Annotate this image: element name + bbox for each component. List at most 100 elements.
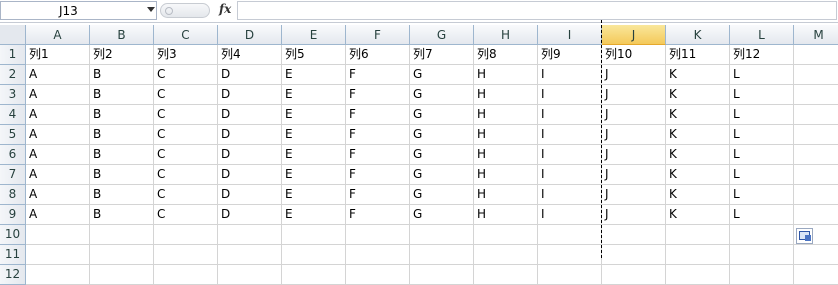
row-header-8[interactable]: 8 [0,185,26,205]
cell-G9[interactable]: G [410,205,474,225]
column-header-K[interactable]: K [666,25,730,45]
cell-B12[interactable] [90,265,154,285]
cell-A3[interactable]: A [26,85,90,105]
cell-J11[interactable] [602,245,666,265]
row-header-12[interactable]: 12 [0,265,26,285]
cell-C3[interactable]: C [154,85,218,105]
cell-H5[interactable]: H [474,125,538,145]
cell-F4[interactable]: F [346,105,410,125]
column-header-H[interactable]: H [474,25,538,45]
cell-A5[interactable]: A [26,125,90,145]
formula-input[interactable] [237,1,837,20]
insert-function-button[interactable]: fx [219,2,231,16]
cell-E4[interactable]: E [282,105,346,125]
cell-D6[interactable]: D [218,145,282,165]
cell-H8[interactable]: H [474,185,538,205]
cell-J10[interactable] [602,225,666,245]
cell-H9[interactable]: H [474,205,538,225]
cell-F12[interactable] [346,265,410,285]
cell-F3[interactable]: F [346,85,410,105]
cell-J9[interactable]: J [602,205,666,225]
cell-M7[interactable] [794,165,838,185]
cell-E2[interactable]: E [282,65,346,85]
cell-K1[interactable]: 列11 [666,45,730,65]
cell-D1[interactable]: 列4 [218,45,282,65]
cell-M5[interactable] [794,125,838,145]
cell-M1[interactable] [794,45,838,65]
chevron-down-icon[interactable] [147,7,155,12]
cell-A2[interactable]: A [26,65,90,85]
cell-L2[interactable]: L [730,65,794,85]
cell-H12[interactable] [474,265,538,285]
cell-I10[interactable] [538,225,602,245]
cell-E1[interactable]: 列5 [282,45,346,65]
cell-K6[interactable]: K [666,145,730,165]
column-header-M[interactable]: M [794,25,838,45]
cell-J6[interactable]: J [602,145,666,165]
cell-G2[interactable]: G [410,65,474,85]
column-header-G[interactable]: G [410,25,474,45]
column-header-J[interactable]: J [602,25,666,45]
cell-K4[interactable]: K [666,105,730,125]
cell-K7[interactable]: K [666,165,730,185]
cell-E3[interactable]: E [282,85,346,105]
cell-C5[interactable]: C [154,125,218,145]
cell-G4[interactable]: G [410,105,474,125]
cell-I1[interactable]: 列9 [538,45,602,65]
row-header-2[interactable]: 2 [0,65,26,85]
cell-F6[interactable]: F [346,145,410,165]
cell-G8[interactable]: G [410,185,474,205]
cell-E7[interactable]: E [282,165,346,185]
cell-L11[interactable] [730,245,794,265]
cell-L6[interactable]: L [730,145,794,165]
cell-J12[interactable] [602,265,666,285]
cell-A11[interactable] [26,245,90,265]
cell-A8[interactable]: A [26,185,90,205]
cell-A1[interactable]: 列1 [26,45,90,65]
cell-J5[interactable]: J [602,125,666,145]
cell-H2[interactable]: H [474,65,538,85]
cell-J7[interactable]: J [602,165,666,185]
column-header-B[interactable]: B [90,25,154,45]
cell-H1[interactable]: 列8 [474,45,538,65]
cell-J2[interactable]: J [602,65,666,85]
cell-M6[interactable] [794,145,838,165]
cell-A9[interactable]: A [26,205,90,225]
cell-A4[interactable]: A [26,105,90,125]
cell-E9[interactable]: E [282,205,346,225]
cell-D7[interactable]: D [218,165,282,185]
cell-D8[interactable]: D [218,185,282,205]
cell-B3[interactable]: B [90,85,154,105]
cell-D4[interactable]: D [218,105,282,125]
column-header-D[interactable]: D [218,25,282,45]
cell-I9[interactable]: I [538,205,602,225]
row-header-1[interactable]: 1 [0,45,26,65]
cell-I7[interactable]: I [538,165,602,185]
cell-G6[interactable]: G [410,145,474,165]
cell-D11[interactable] [218,245,282,265]
cell-F10[interactable] [346,225,410,245]
cell-I5[interactable]: I [538,125,602,145]
cell-C8[interactable]: C [154,185,218,205]
cell-L12[interactable] [730,265,794,285]
cell-I3[interactable]: I [538,85,602,105]
row-header-3[interactable]: 3 [0,85,26,105]
cell-L9[interactable]: L [730,205,794,225]
cell-B6[interactable]: B [90,145,154,165]
cell-B9[interactable]: B [90,205,154,225]
cell-C6[interactable]: C [154,145,218,165]
cell-B4[interactable]: B [90,105,154,125]
formula-bar-splitter[interactable] [160,3,210,18]
cell-H6[interactable]: H [474,145,538,165]
cell-A7[interactable]: A [26,165,90,185]
row-header-11[interactable]: 11 [0,245,26,265]
cell-K8[interactable]: K [666,185,730,205]
cell-C4[interactable]: C [154,105,218,125]
cell-F2[interactable]: F [346,65,410,85]
cell-I8[interactable]: I [538,185,602,205]
cell-K2[interactable]: K [666,65,730,85]
cell-D2[interactable]: D [218,65,282,85]
select-all-corner[interactable] [0,25,26,45]
cell-M9[interactable] [794,205,838,225]
cell-J1[interactable]: 列10 [602,45,666,65]
